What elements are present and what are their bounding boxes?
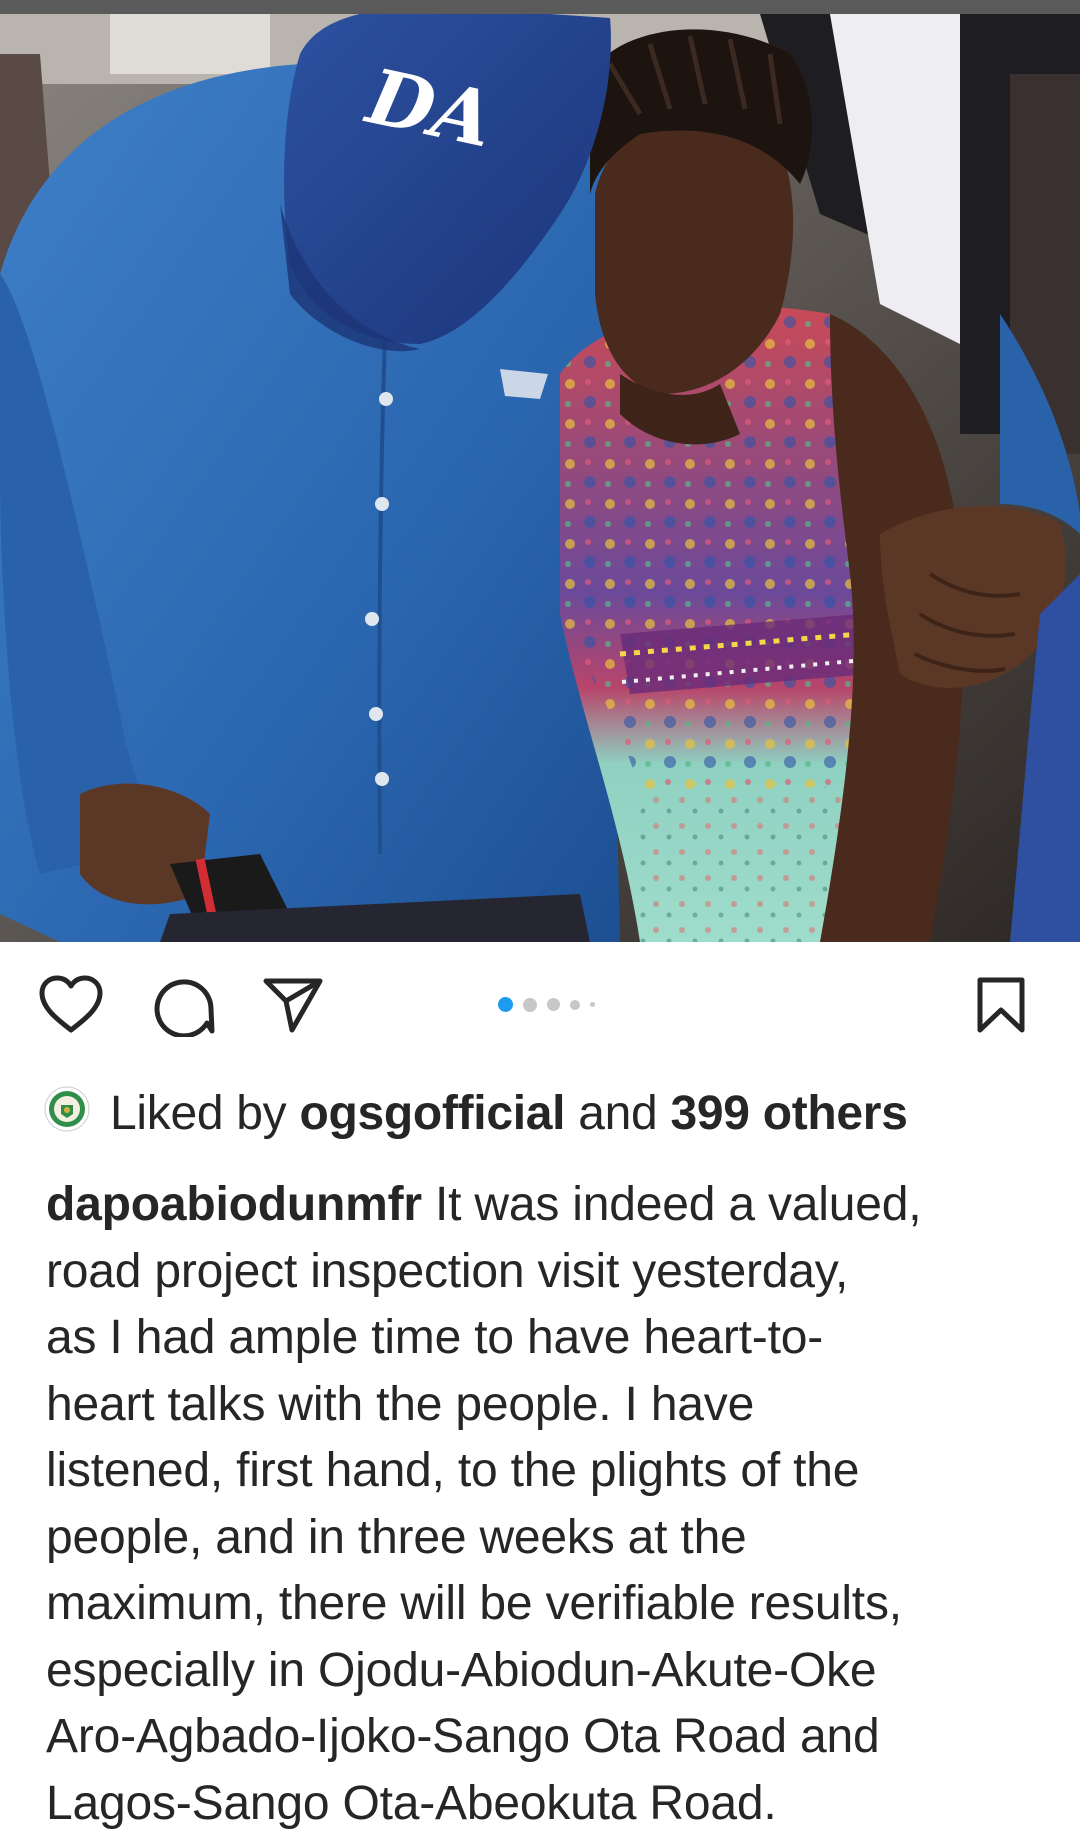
bookmark-icon [976,976,1026,1034]
caption-line: maximum, there will be verifiable result… [46,1571,1056,1638]
carousel-dot [570,1000,580,1010]
caption-line: especially in Ojodu-Abiodun-Akute-Oke [46,1638,1056,1705]
caption-username[interactable]: dapoabiodunmfr [46,1178,422,1231]
carousel-dot [547,998,560,1011]
carousel-dot [498,997,513,1012]
caption-line: Aro-Agbado-Ijoko-Sango Ota Road and [46,1704,1056,1771]
liker-username[interactable]: ogsgofficial [299,1078,565,1150]
paper-plane-icon [262,976,324,1034]
carousel-dot [523,998,537,1012]
likes-prefix: Liked by [110,1078,286,1150]
like-button[interactable] [36,970,106,1040]
status-strip [0,0,1080,14]
share-button[interactable] [258,970,328,1040]
caption-line: heart talks with the people. I have [46,1372,1056,1439]
likes-connector: and [578,1078,657,1150]
caption-text: It was indeed a valued, [435,1178,921,1231]
liker-avatar[interactable] [44,1086,90,1132]
caption-line: as I had ample time to have heart-to- [46,1305,1056,1372]
caption-line: road project inspection visit yesterday, [46,1239,1056,1306]
carousel-dot [590,1002,595,1007]
likes-summary: Liked by ogsgofficial and 399 others [44,1078,908,1150]
post-caption: dapoabiodunmfr It was indeed a valued, r… [46,1172,1056,1837]
post-photo-illustration: DA [0,14,1080,942]
post-action-bar [0,950,1080,1060]
comment-button[interactable] [148,970,218,1040]
save-button[interactable] [966,970,1036,1040]
caption-line: people, and in three weeks at the [46,1505,1056,1572]
heart-icon [38,975,104,1035]
caption-line: dapoabiodunmfr It was indeed a valued, [46,1172,1056,1239]
caption-line: listened, first hand, to the plights of … [46,1438,1056,1505]
likes-others-count[interactable]: 399 others [670,1078,907,1150]
caption-line: Lagos-Sango Ota-Abeokuta Road. [46,1771,1056,1837]
comment-icon [151,973,215,1037]
post-photo[interactable]: DA [0,14,1080,942]
carousel-indicator [498,997,595,1012]
